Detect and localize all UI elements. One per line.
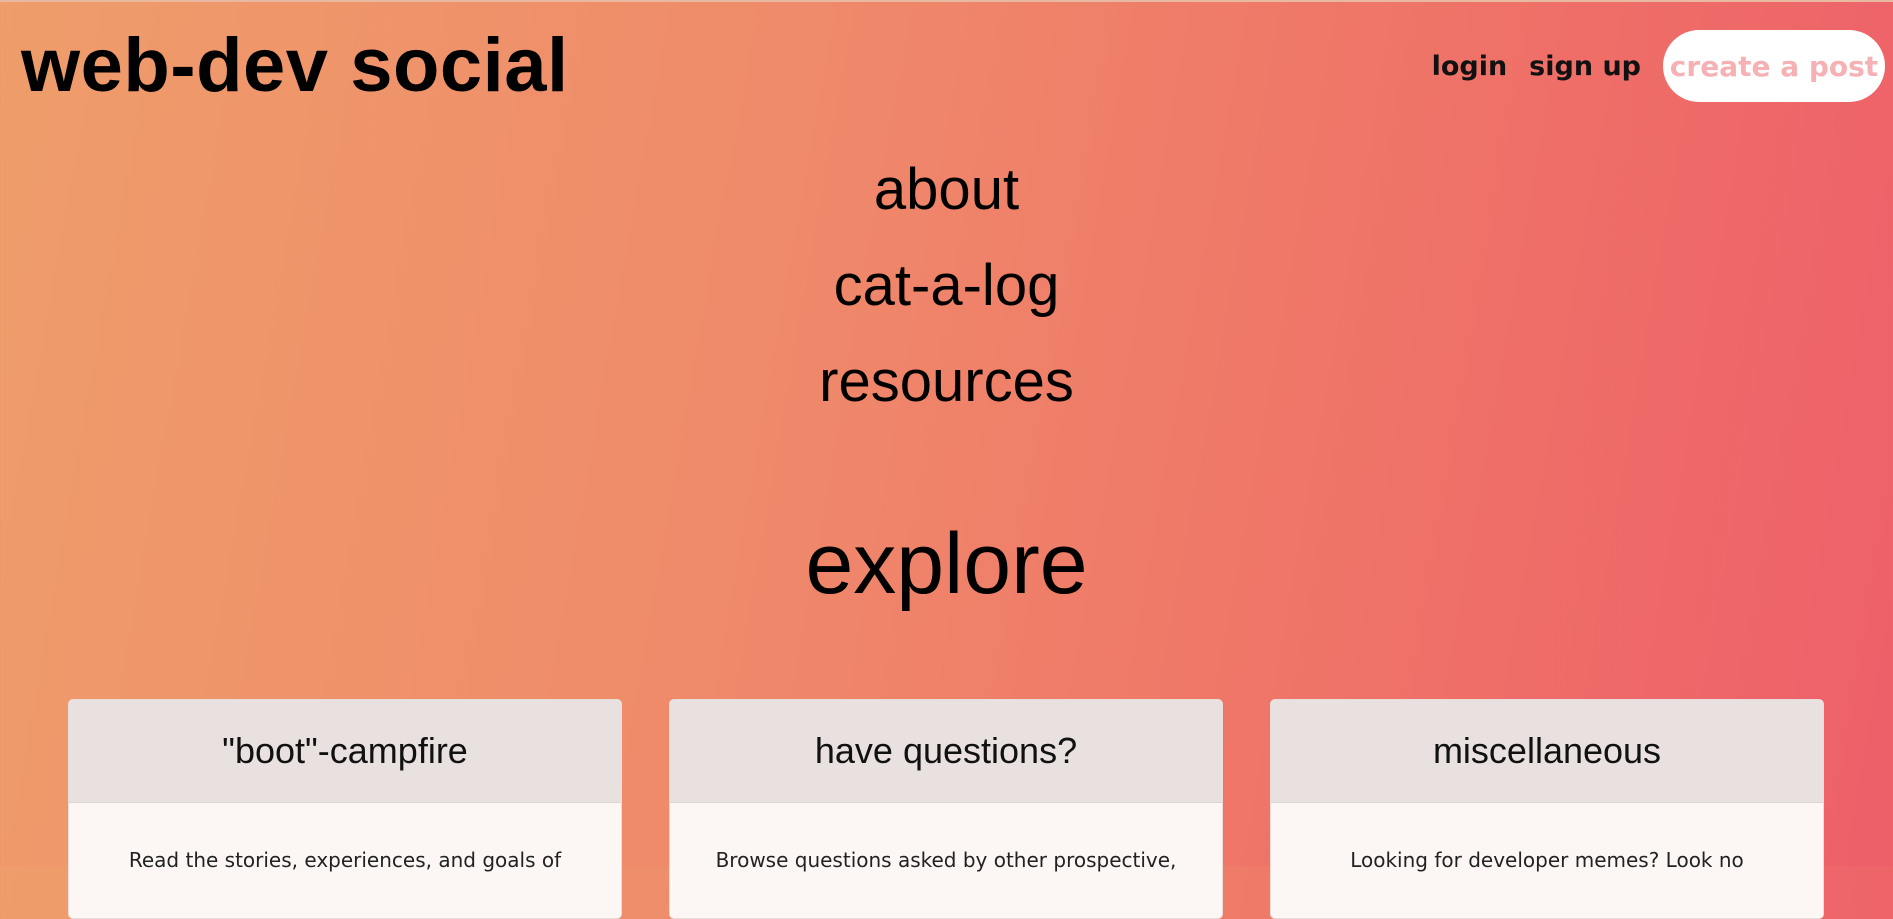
card-have-questions[interactable]: have questions? Browse questions asked b… xyxy=(669,699,1223,919)
explore-heading: explore xyxy=(805,516,1088,612)
signup-link[interactable]: sign up xyxy=(1529,51,1641,82)
create-post-button[interactable]: create a post xyxy=(1663,30,1885,102)
card-description: Read the stories, experiences, and goals… xyxy=(128,848,562,872)
main-nav: about cat-a-log resources xyxy=(0,142,1893,430)
login-link[interactable]: login xyxy=(1432,51,1508,82)
card-title: "boot"-campfire xyxy=(69,700,621,803)
card-description: Browse questions asked by other prospect… xyxy=(715,848,1177,872)
card-title: miscellaneous xyxy=(1271,700,1823,803)
card-boot-campfire[interactable]: "boot"-campfire Read the stories, experi… xyxy=(68,699,622,919)
site-logo[interactable]: web-dev social xyxy=(21,24,569,108)
auth-nav: login sign up create a post xyxy=(1432,30,1885,102)
nav-link-resources[interactable]: resources xyxy=(0,334,1893,430)
card-description: Looking for developer memes? Look no xyxy=(1350,848,1744,872)
explore-cards: "boot"-campfire Read the stories, experi… xyxy=(68,699,1824,919)
card-miscellaneous[interactable]: miscellaneous Looking for developer meme… xyxy=(1270,699,1824,919)
nav-link-cat-a-log[interactable]: cat-a-log xyxy=(0,238,1893,334)
nav-link-about[interactable]: about xyxy=(0,142,1893,238)
card-title: have questions? xyxy=(670,700,1222,803)
